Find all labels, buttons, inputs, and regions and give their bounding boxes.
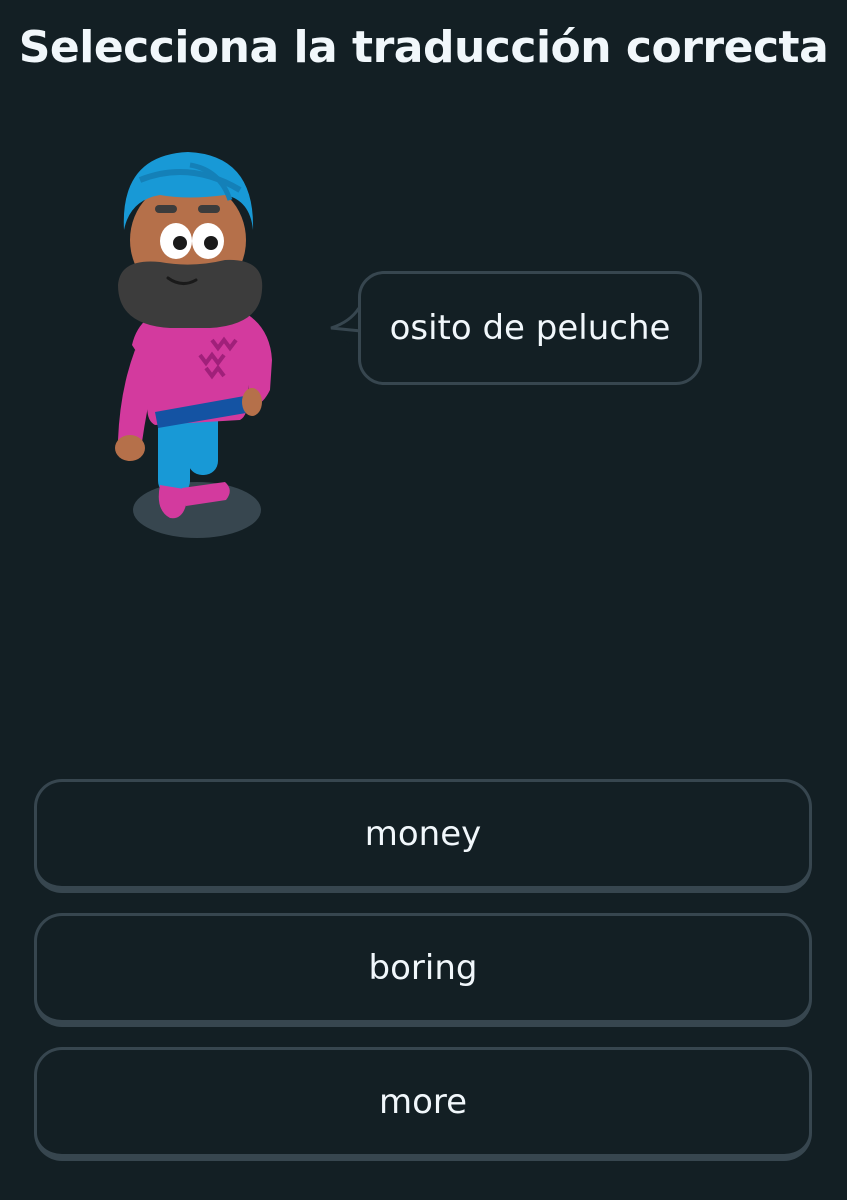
character-illustration-icon [100,140,290,550]
speech-text: osito de peluche [389,308,671,348]
page-title: Selecciona la traducción correcta [18,22,829,73]
option-label: boring [368,948,478,988]
option-money-button[interactable]: money [34,779,812,893]
option-boring-button[interactable]: boring [34,913,812,1027]
option-label: more [378,1082,468,1122]
option-more-button[interactable]: more [34,1047,812,1161]
option-label: money [364,814,482,854]
answer-options: money boring more [34,779,812,1181]
speech-bubble: osito de peluche [358,271,702,385]
